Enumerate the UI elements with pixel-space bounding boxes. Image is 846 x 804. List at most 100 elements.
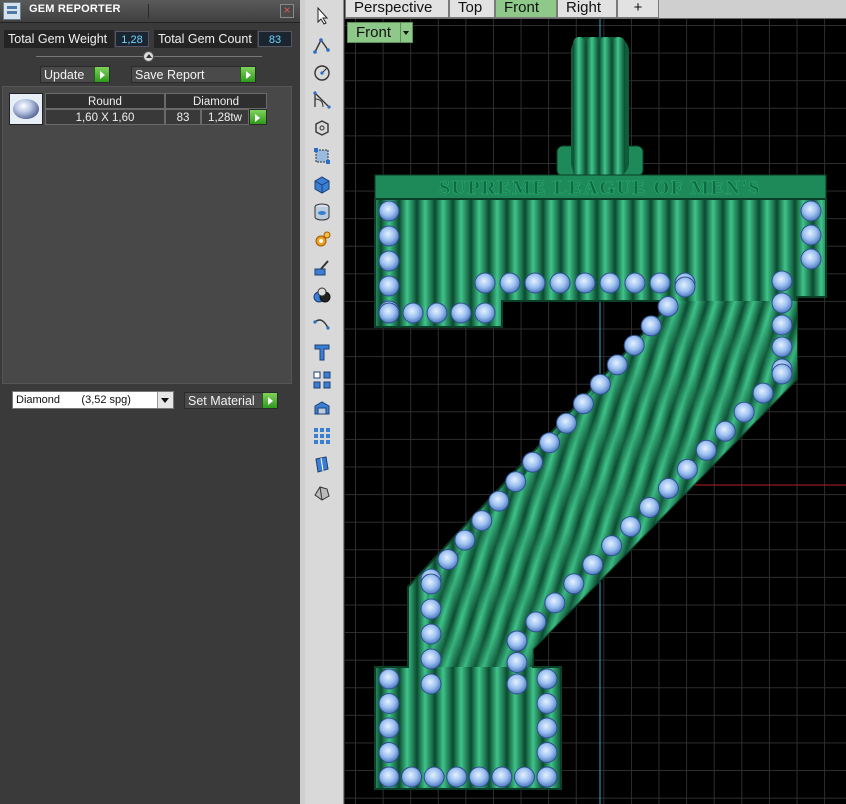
gem-stone xyxy=(624,272,646,294)
gem-stone xyxy=(402,302,424,324)
gem-stone xyxy=(513,766,535,788)
tab-front[interactable]: Front xyxy=(495,0,557,18)
gem-stone xyxy=(623,334,645,356)
select-arrow-icon[interactable] xyxy=(312,6,332,26)
gem-stone xyxy=(640,315,662,337)
gem-stone xyxy=(544,592,566,614)
tab-top[interactable]: Top xyxy=(449,0,495,18)
view-tabbar: Perspective Top Front Right + xyxy=(345,0,846,19)
gem-stone xyxy=(572,393,594,415)
gem-thumbnail[interactable] xyxy=(9,93,43,125)
pendant-top-bar: SUPREME LEAGUE OF MEN'S xyxy=(374,174,827,200)
gem-stone xyxy=(800,248,822,270)
box-icon[interactable] xyxy=(312,174,332,194)
set-material-button-label: Set Material xyxy=(188,394,255,408)
chevron-down-icon[interactable] xyxy=(157,392,173,408)
play-arrow-icon xyxy=(240,67,255,82)
gem-stone xyxy=(733,401,755,423)
gem-stone xyxy=(506,652,528,673)
pendant-bail xyxy=(556,37,644,177)
polyline-icon[interactable] xyxy=(312,36,332,56)
play-arrow-icon xyxy=(94,67,109,82)
gem-stone xyxy=(378,275,400,297)
array-icon[interactable] xyxy=(312,370,332,390)
gem-stone xyxy=(674,276,696,298)
gem-stone xyxy=(676,458,698,480)
gem-stone xyxy=(420,623,442,645)
gem-stone xyxy=(450,302,472,324)
gem-stone xyxy=(378,668,400,690)
gem-stone xyxy=(378,766,400,788)
view-label-dropdown[interactable]: Front xyxy=(347,22,413,43)
collapse-button[interactable] xyxy=(143,51,154,62)
gem-stone xyxy=(714,420,736,442)
gem-stone xyxy=(378,693,400,714)
transform-icon[interactable] xyxy=(312,146,332,166)
material-select-value: Diamond (3,52 spg) xyxy=(16,394,131,406)
gem-row-select-button[interactable] xyxy=(249,109,267,125)
save-report-button[interactable]: Save Report xyxy=(131,66,256,83)
polygon-icon[interactable] xyxy=(312,118,332,138)
gem-stone xyxy=(426,302,448,324)
gem-reporter-icon xyxy=(3,2,21,20)
gem-stone xyxy=(536,717,558,739)
boolean-icon[interactable] xyxy=(312,286,332,306)
gem-stone xyxy=(771,314,793,336)
gem-stone xyxy=(378,225,400,247)
gem-stone xyxy=(499,272,521,294)
save-report-button-label: Save Report xyxy=(135,68,205,82)
curve-icon[interactable] xyxy=(312,314,332,334)
engraving-text: SUPREME LEAGUE OF MEN'S xyxy=(439,177,761,199)
gem-stone xyxy=(695,439,717,461)
gem-stone xyxy=(599,272,621,294)
gem-stone xyxy=(423,766,445,788)
gear-icon[interactable] xyxy=(312,230,332,250)
set-material-button[interactable]: Set Material xyxy=(184,392,278,409)
chevron-down-icon[interactable] xyxy=(400,23,412,42)
tool-palette xyxy=(305,0,344,804)
gem-stone xyxy=(506,673,528,695)
material-header: Diamond xyxy=(165,93,267,109)
pendant-model: SUPREME LEAGUE OF MEN'S xyxy=(374,19,846,804)
circle-icon[interactable] xyxy=(312,63,332,83)
tab-right[interactable]: Right xyxy=(557,0,617,18)
gem-stone xyxy=(606,354,628,376)
gem-reporter-panel: GEM REPORTER × Total Gem Weight 1,28 Tot… xyxy=(0,0,300,804)
add-view-tab-icon[interactable]: + xyxy=(617,0,659,18)
gem-stone xyxy=(468,766,490,788)
gem-stone xyxy=(420,573,442,595)
title-separator xyxy=(148,4,149,18)
material-select[interactable]: Diamond (3,52 spg) xyxy=(12,391,174,409)
gem-stone xyxy=(639,497,660,518)
gem-report-list: Round Diamond 1,60 X 1,60 83 1,28tw xyxy=(2,86,292,384)
gem-stone xyxy=(549,272,571,294)
solid-icon[interactable] xyxy=(312,482,332,502)
gem-stone xyxy=(378,717,400,739)
extrude-icon[interactable] xyxy=(312,398,332,418)
arc-icon[interactable] xyxy=(312,90,332,110)
gem-stone xyxy=(620,516,642,538)
gem-stone xyxy=(771,270,793,292)
paint-icon[interactable] xyxy=(312,258,332,278)
gem-size-cell: 1,60 X 1,60 xyxy=(45,109,165,125)
tab-perspective[interactable]: Perspective xyxy=(345,0,449,18)
total-weight-value: 1,28 xyxy=(115,31,149,47)
play-arrow-icon xyxy=(262,393,277,408)
panel-title: GEM REPORTER xyxy=(29,3,121,15)
grid-icon[interactable] xyxy=(312,426,332,446)
close-icon[interactable]: × xyxy=(280,4,294,18)
gem-tool-icon[interactable] xyxy=(312,454,332,474)
gem-stone xyxy=(525,611,547,633)
gem-stone xyxy=(657,477,679,499)
gem-stone xyxy=(536,766,558,788)
gem-stone xyxy=(800,224,822,246)
total-count-label: Total Gem Count xyxy=(154,30,257,48)
gem-stone xyxy=(437,549,459,571)
update-button[interactable]: Update xyxy=(40,66,110,83)
gem-stone xyxy=(474,302,496,324)
gem-count-cell: 83 xyxy=(165,109,201,125)
gem-stone xyxy=(378,250,400,272)
text-tool-icon[interactable] xyxy=(312,342,332,362)
gem-stone xyxy=(378,742,400,763)
cylinder-icon[interactable] xyxy=(312,202,332,222)
